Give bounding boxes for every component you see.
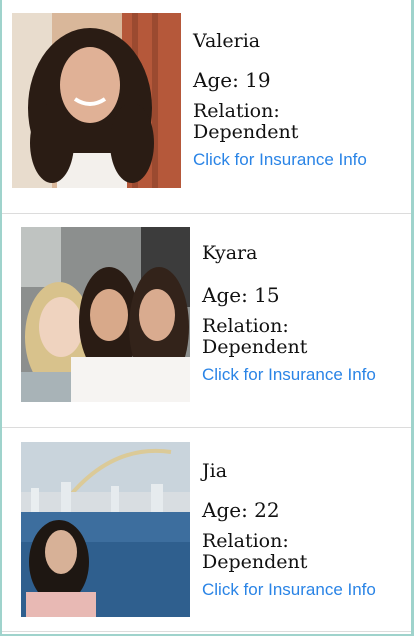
profile-name: Kyara — [202, 242, 258, 264]
insurance-info-link[interactable]: Click for Insurance Info — [193, 150, 367, 170]
relation-label: Relation: — [202, 315, 289, 337]
relation-value: Dependent — [202, 336, 308, 358]
profile-photo — [21, 227, 190, 402]
insurance-info-link[interactable]: Click for Insurance Info — [202, 365, 376, 385]
relation-value: Dependent — [193, 121, 299, 143]
profile-age: Age: 19 — [193, 68, 271, 92]
relation-label: Relation: — [193, 100, 280, 122]
relation-label: Relation: — [202, 530, 289, 552]
profile-age: Age: 15 — [202, 283, 280, 307]
insurance-info-link[interactable]: Click for Insurance Info — [202, 580, 376, 600]
profile-name: Jia — [202, 460, 228, 482]
relation-value: Dependent — [202, 551, 308, 573]
profile-photo — [21, 442, 190, 617]
profile-age: Age: 22 — [202, 498, 280, 522]
profile-name: Valeria — [193, 30, 261, 52]
card-divider — [2, 631, 411, 632]
profile-photo — [12, 13, 181, 188]
card-divider — [2, 213, 411, 214]
card-divider — [2, 427, 411, 428]
